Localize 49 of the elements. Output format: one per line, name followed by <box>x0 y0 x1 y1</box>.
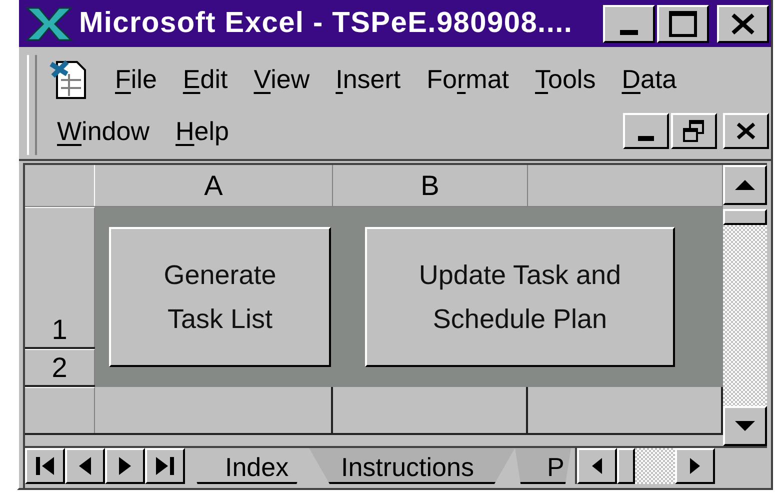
left-arrow-icon <box>79 457 91 475</box>
menu-item[interactable]: Data <box>622 60 677 98</box>
right-arrow-icon <box>119 457 131 475</box>
sheet-tab[interactable]: P <box>515 448 571 484</box>
restore-button[interactable] <box>671 113 717 149</box>
menu-item[interactable]: Window <box>57 112 150 150</box>
minimize-icon <box>620 30 638 34</box>
restore-icon <box>683 120 705 142</box>
macro-button[interactable]: Update Task and Schedule Plan <box>365 227 675 367</box>
menu-item[interactable]: Help <box>175 112 229 150</box>
minimize-button[interactable] <box>623 113 669 149</box>
maximize-button[interactable] <box>657 4 709 42</box>
scroll-track[interactable] <box>635 448 675 484</box>
toolbar-grip[interactable] <box>27 55 37 155</box>
menu-item[interactable]: Insert <box>336 60 401 98</box>
workbook-icon <box>49 58 89 100</box>
minimize-button[interactable] <box>603 4 655 42</box>
scroll-left-button[interactable] <box>577 448 617 484</box>
scroll-right-button[interactable] <box>675 448 715 484</box>
last-icon <box>156 457 174 475</box>
window-title: Microsoft Excel - TSPeE.980908.... <box>79 6 573 41</box>
scroll-down-button[interactable] <box>723 406 767 446</box>
menu-item[interactable]: Edit <box>182 60 228 98</box>
previous-sheet-button[interactable] <box>65 448 105 484</box>
next-sheet-button[interactable] <box>105 448 145 484</box>
minimize-icon <box>638 136 654 141</box>
excel-logo-icon <box>23 6 75 42</box>
close-icon <box>736 122 756 140</box>
scroll-up-button[interactable] <box>723 165 767 205</box>
last-sheet-button[interactable] <box>145 448 185 484</box>
column-header[interactable]: B <box>333 165 528 206</box>
scroll-thumb[interactable] <box>617 448 635 484</box>
close-icon <box>731 12 755 34</box>
menu-item[interactable]: View <box>254 60 310 98</box>
right-arrow-icon <box>690 458 700 474</box>
close-button[interactable] <box>717 4 769 42</box>
scroll-thumb[interactable] <box>723 209 767 225</box>
first-sheet-button[interactable] <box>25 448 65 484</box>
column-header[interactable]: A <box>95 165 333 206</box>
left-arrow-icon <box>592 458 602 474</box>
menu-item[interactable]: Tools <box>535 60 596 98</box>
macro-button[interactable]: Generate Task List <box>109 227 331 367</box>
sheet-tab[interactable]: Instructions <box>309 448 515 484</box>
menu-item[interactable]: Format <box>426 60 510 98</box>
first-icon <box>36 457 54 475</box>
down-arrow-icon <box>735 421 755 431</box>
close-button[interactable] <box>723 113 769 149</box>
menu-item[interactable]: File <box>115 60 157 98</box>
up-arrow-icon <box>735 180 755 190</box>
